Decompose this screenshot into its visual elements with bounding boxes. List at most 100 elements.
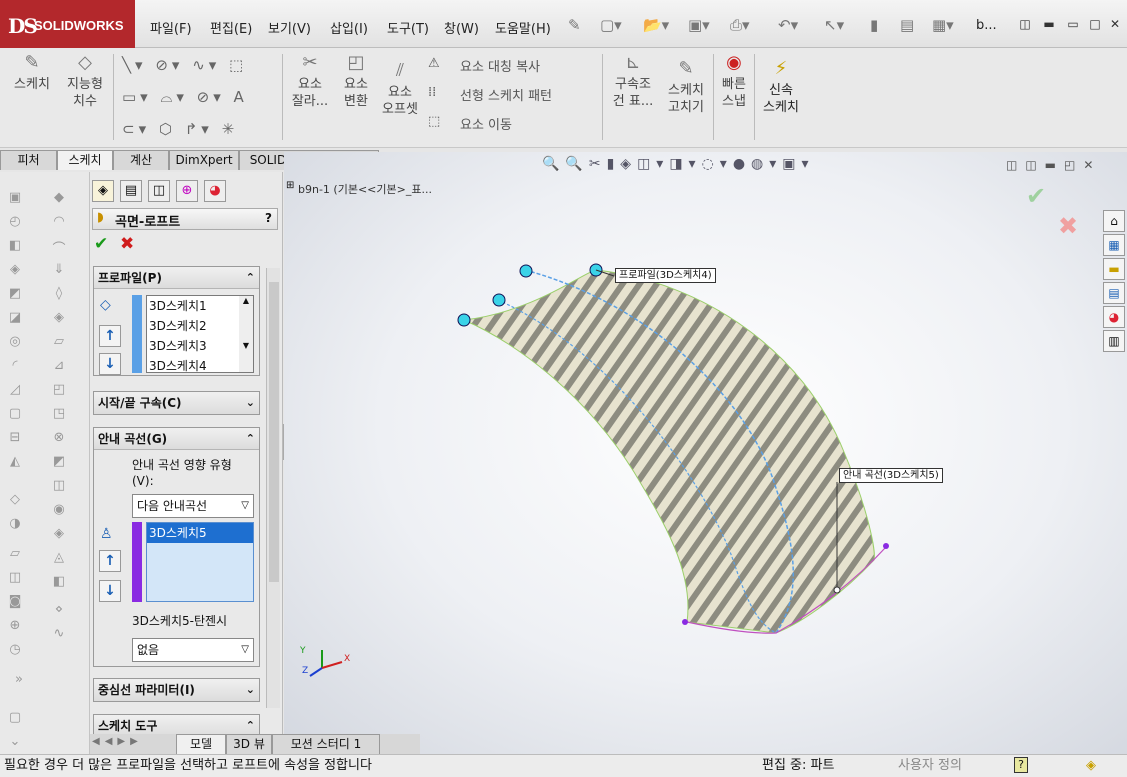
rib-icon[interactable]: ⊟	[6, 430, 24, 445]
graphics-viewport[interactable]: 🔍🔍✂▮◈◫▾◨▾◌▾●◍▾▣▾ ◫◫▬◰✕ ⊞ b9n-1 (기본<<기본>_…	[284, 152, 1127, 754]
feature-manager-tab[interactable]: ◈	[92, 180, 114, 202]
home-icon[interactable]: ⌂	[1103, 210, 1125, 232]
list-item[interactable]: 3D스케치2	[147, 316, 253, 336]
appearances-icon[interactable]: ◕	[1103, 306, 1125, 328]
flatten-icon[interactable]: ∿	[50, 626, 68, 641]
boundary-icon[interactable]: ◩	[6, 286, 24, 301]
tab-motion-study[interactable]: 모션 스터디 1	[272, 734, 380, 754]
custom-properties-icon[interactable]: ▥	[1103, 330, 1125, 352]
print-icon[interactable]: ⎙▾	[730, 16, 750, 34]
list-item[interactable]: 3D스케치4	[147, 356, 253, 376]
trim-entities-button[interactable]: ✂ 요소 잘라...	[288, 54, 332, 110]
tag-icon[interactable]: ◈	[1086, 755, 1096, 777]
guide-move-up-button[interactable]: ↑	[99, 550, 121, 572]
move-down-button[interactable]: ↓	[99, 353, 121, 375]
reference-icon[interactable]: ◇	[6, 492, 24, 507]
draft-icon[interactable]: ◭	[6, 454, 24, 469]
point-icon[interactable]: ◙	[6, 594, 24, 609]
resources-icon[interactable]: ▦	[1103, 234, 1125, 256]
mate-icon[interactable]: ⊕	[6, 618, 24, 633]
save-icon[interactable]: ▣▾	[688, 16, 710, 34]
replace-face-icon[interactable]: ◉	[50, 502, 68, 517]
pm-scrollbar-thumb[interactable]	[269, 282, 279, 582]
curves-icon[interactable]: ◑	[6, 516, 24, 531]
untrim-icon[interactable]: ◈	[50, 526, 68, 541]
chamfer-icon[interactable]: ◿	[6, 382, 24, 397]
tab-features[interactable]: 피처	[0, 150, 57, 170]
fillet-icon[interactable]: ◜	[6, 358, 24, 373]
mirror-entities-button[interactable]: 요소 대칭 복사	[460, 56, 540, 75]
menu-help[interactable]: 도움말(H)	[495, 18, 551, 37]
centerline-header[interactable]: 중심선 파라미터(I) ⌄	[94, 679, 259, 701]
list-item-selected[interactable]: 3D스케치5	[147, 523, 253, 543]
profile-list-scrollbar[interactable]: ▲ ▼	[239, 296, 253, 372]
linear-pattern-button[interactable]: 선형 스케치 패턴	[460, 85, 552, 104]
pm-scrollbar[interactable]	[266, 268, 280, 708]
plane-icon[interactable]: ▱	[6, 546, 24, 561]
extend-surface-icon[interactable]: ◰	[50, 382, 68, 397]
shell-icon[interactable]: ▢	[6, 406, 24, 421]
folder-icon[interactable]: ▬	[1103, 258, 1125, 280]
collapse-chevron-icon[interactable]: ⌃	[246, 267, 255, 289]
shape-tools-row[interactable]: ▭▾ ⌓▾ ⊘▾ A	[122, 88, 248, 106]
menu-window[interactable]: 창(W)	[444, 18, 479, 37]
menu-file[interactable]: 파일(F)	[150, 18, 192, 37]
repair-sketch-button[interactable]: ✎ 스케치 고치기	[662, 60, 710, 116]
move-face-icon[interactable]: ⋄	[50, 602, 68, 617]
display-relations-button[interactable]: ⊾ 구속조 건 표...	[608, 54, 658, 110]
configuration-tab[interactable]: ◫	[148, 180, 170, 202]
start-end-header[interactable]: 시작/끝 구속(C) ⌄	[94, 392, 259, 414]
guide-move-down-button[interactable]: ↓	[99, 580, 121, 602]
surface-loft-icon[interactable]: ⇓	[50, 262, 68, 277]
minimize-icon[interactable]: ▬	[1040, 16, 1058, 32]
close-icon[interactable]: ✕	[1106, 16, 1124, 32]
tab-model[interactable]: 모델	[176, 734, 226, 754]
library-icon[interactable]: ▤	[1103, 282, 1125, 304]
hole-icon[interactable]: ◎	[6, 334, 24, 349]
thicken-icon[interactable]: ◩	[50, 454, 68, 469]
smart-dimension-button[interactable]: ◇ 지능형 치수	[60, 54, 110, 110]
new-doc-icon[interactable]: ▢▾	[600, 16, 622, 34]
guide-list[interactable]: 3D스케치5	[146, 522, 254, 602]
fill-surface-icon[interactable]: ▱	[50, 334, 68, 349]
list-item[interactable]: 3D스케치1	[147, 296, 253, 316]
revolve-icon[interactable]: ◴	[6, 214, 24, 229]
expand-chevron-icon[interactable]: ⌄	[246, 679, 255, 701]
move-up-button[interactable]: ↑	[99, 325, 121, 347]
misc-tools-row[interactable]: ⊂▾ ⬡ ↱▾ ✳	[122, 120, 238, 138]
extrude-icon[interactable]: ▣	[6, 190, 24, 205]
tab-scroll-arrows[interactable]: ◀◀▶▶	[92, 736, 143, 747]
menu-tools[interactable]: 도구(T)	[387, 18, 429, 37]
maximize-icon[interactable]: □	[1086, 16, 1104, 32]
custom-units[interactable]: 사용자 정의	[898, 755, 962, 777]
expand-icon[interactable]: »	[10, 672, 28, 687]
guide-influence-select[interactable]: 다음 안내곡선 ▽	[132, 494, 254, 518]
guide-curves-header[interactable]: 안내 곡선(G) ⌃	[94, 428, 259, 450]
offset-surface-icon[interactable]: ⊿	[50, 358, 68, 373]
solidworks-logo[interactable]: DS SOLIDWORKS	[0, 0, 135, 48]
loft-icon[interactable]: ◈	[6, 262, 24, 277]
instant3d-icon[interactable]: ◷	[6, 642, 24, 657]
delete-face-icon[interactable]: ◫	[50, 478, 68, 493]
surface-revolve-icon[interactable]: ◠	[50, 214, 68, 229]
collapse-icon[interactable]: ⌄	[6, 734, 24, 749]
tab-3d-view[interactable]: 3D 뷰	[226, 734, 272, 754]
mid-surface-icon[interactable]: ◬	[50, 550, 68, 565]
rapid-sketch-button[interactable]: ⚡ 신속 스케치	[758, 60, 804, 116]
menu-edit[interactable]: 편집(E)	[210, 18, 252, 37]
axis-icon[interactable]: ◫	[6, 570, 24, 585]
line-tools-row[interactable]: ╲▾ ⊘▾ ∿▾ ⬚	[122, 56, 247, 74]
list-item[interactable]: 3D스케치3	[147, 336, 253, 356]
rebuild-icon[interactable]: ▮	[870, 16, 878, 34]
expand-chevron-icon[interactable]: ⌄	[246, 392, 255, 414]
help-icon[interactable]: ?	[1014, 757, 1028, 773]
surface-boundary-icon[interactable]: ◊	[50, 286, 68, 301]
pin-icon[interactable]: ✎	[568, 16, 581, 34]
cancel-button[interactable]: ✖	[120, 234, 134, 254]
tangency-select[interactable]: 없음 ▽	[132, 638, 254, 662]
collapse-chevron-icon[interactable]: ⌃	[246, 428, 255, 450]
sketch-button[interactable]: ✎ 스케치	[8, 54, 56, 93]
tab-sketch[interactable]: 스케치	[57, 150, 113, 170]
ok-button[interactable]: ✔	[94, 234, 108, 254]
planar-surface-icon[interactable]: ◈	[50, 310, 68, 325]
